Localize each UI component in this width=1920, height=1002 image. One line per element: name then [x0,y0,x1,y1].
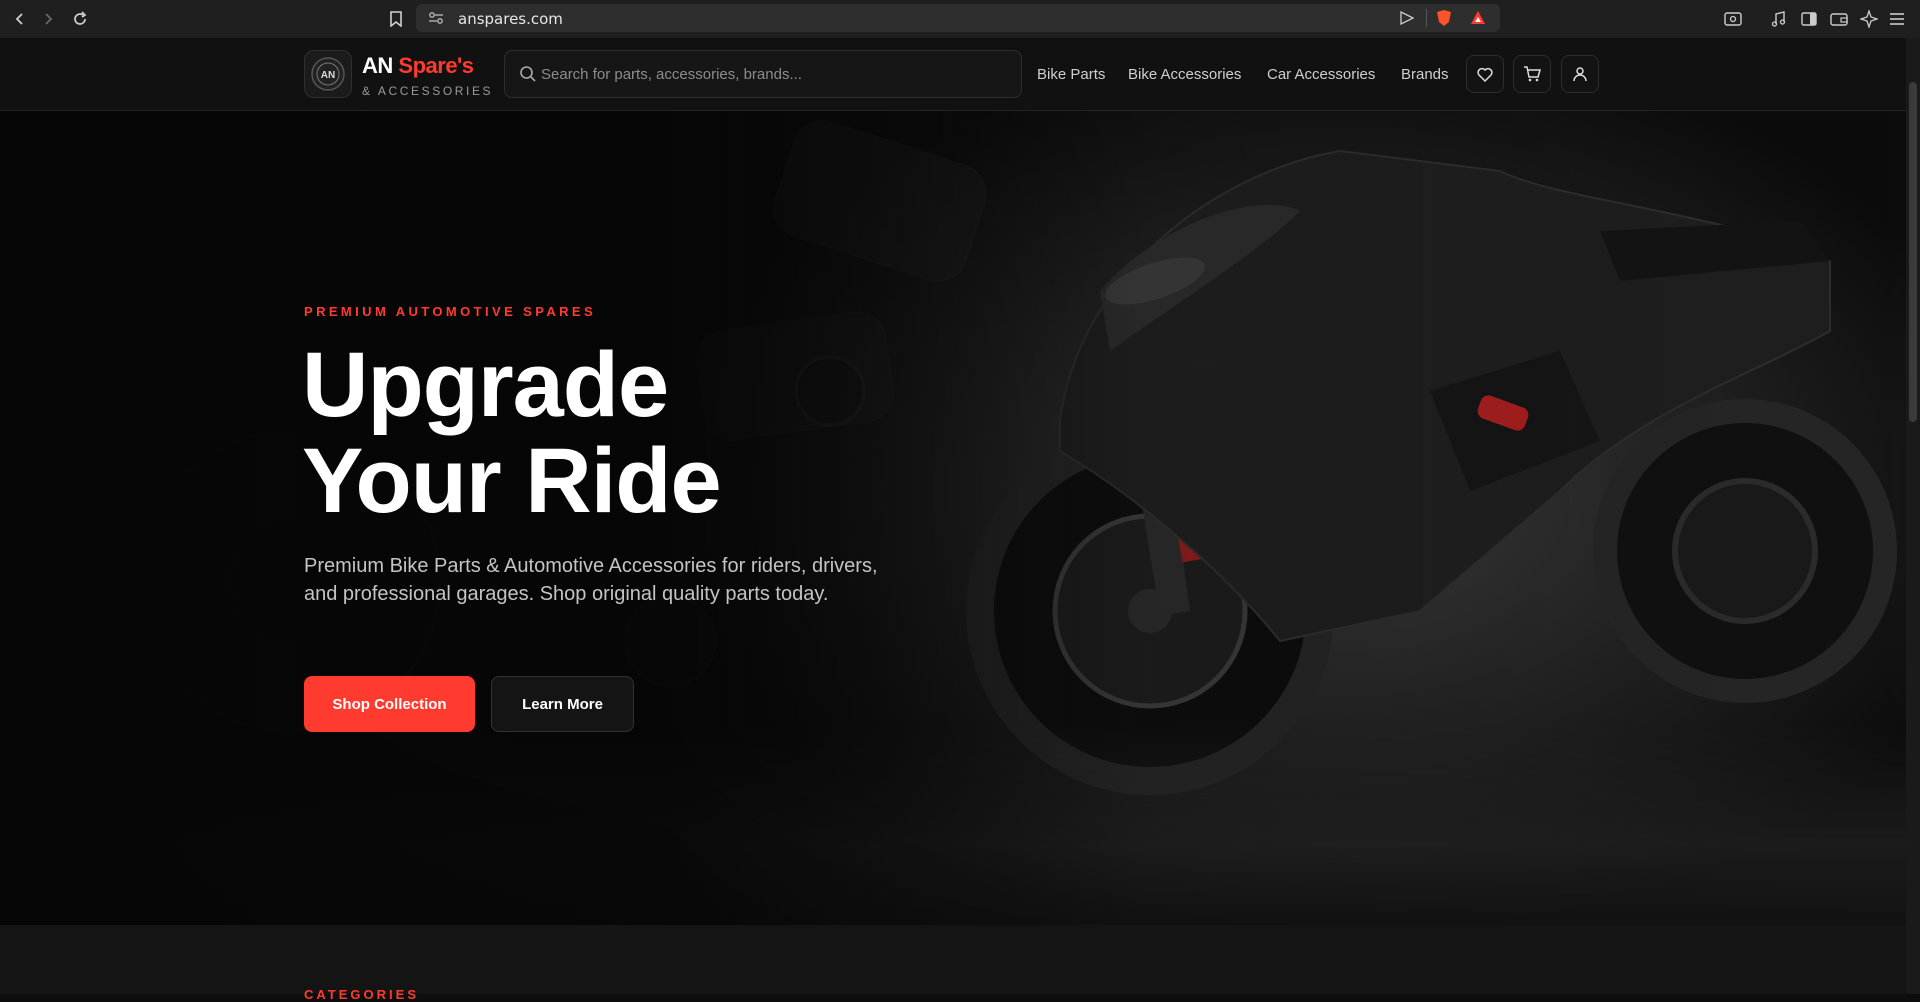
hero-eyebrow: PREMIUM AUTOMOTIVE SPARES [304,304,597,319]
brave-shield-icon[interactable] [1436,9,1452,32]
hero-description: Premium Bike Parts & Automotive Accessor… [304,555,878,605]
nav-bike-parts[interactable]: Bike Parts [1037,66,1105,83]
browser-toolbar: anspares.com [0,0,1920,38]
search-box [504,50,1022,98]
hero-section: PREMIUM AUTOMOTIVE SPARES Upgrade Your R… [0,111,1906,925]
site-settings-icon[interactable] [428,11,444,30]
hero-title: Upgrade Your Ride [302,334,722,532]
nav-bike-accessories[interactable]: Bike Accessories [1128,66,1241,83]
reload-icon[interactable] [68,7,92,31]
page-scrollbar[interactable] [1906,38,1920,994]
wallet-icon[interactable] [1828,8,1850,30]
menu-icon[interactable] [1886,8,1908,30]
screenshot-icon[interactable] [1722,8,1744,30]
categories-section: CATEGORIES [0,925,1906,1002]
media-icon[interactable] [1768,8,1790,30]
search-input[interactable] [541,51,1011,97]
nav-brands[interactable]: Brands [1401,66,1449,83]
sidebar-icon[interactable] [1798,8,1820,30]
rewards-icon[interactable] [1470,10,1486,31]
send-icon[interactable] [1400,10,1415,30]
account-button[interactable] [1561,55,1599,93]
search-icon [519,65,539,85]
scroll-thumb[interactable] [1909,82,1917,422]
address-bar[interactable]: anspares.com [416,4,1500,32]
categories-label: CATEGORIES [304,987,419,1002]
leo-ai-icon[interactable] [1858,8,1880,30]
back-icon[interactable] [8,7,32,31]
cart-button[interactable] [1513,55,1551,93]
learn-more-button[interactable]: Learn More [491,676,634,732]
logo-highlight: Spare's [398,53,474,78]
nav-car-accessories[interactable]: Car Accessories [1267,66,1375,83]
shop-collection-button[interactable]: Shop Collection [304,676,475,732]
url-text: anspares.com [458,10,563,28]
heart-icon [1477,67,1493,82]
site-header: AN AN Spare's & ACCESSORIES Bike Parts B… [0,38,1906,111]
logo-emblem-icon: AN [311,57,345,91]
cart-icon [1524,66,1541,82]
user-icon [1573,67,1587,82]
logo-subtitle: & ACCESSORIES [362,84,494,98]
svg-text:AN: AN [321,70,335,81]
logo-prefix: AN [362,53,393,78]
forward-icon[interactable] [36,7,60,31]
wishlist-button[interactable] [1466,55,1504,93]
logo-title[interactable]: AN Spare's [362,53,474,79]
bookmark-icon[interactable] [384,7,408,31]
logo-badge[interactable]: AN [304,50,352,98]
hero-title-line-2: Your Ride [302,430,722,532]
hero-title-line-1: Upgrade [302,334,669,436]
